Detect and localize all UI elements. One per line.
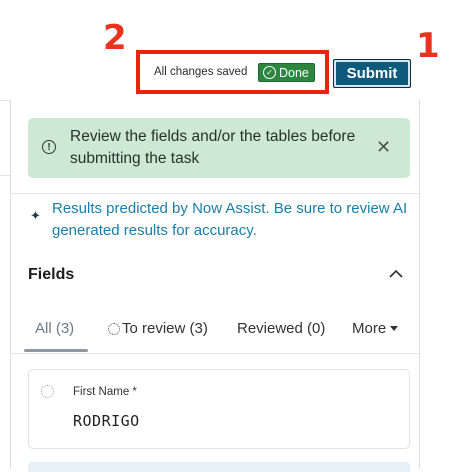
info-icon: ! [42, 140, 56, 154]
fields-heading: Fields [28, 266, 75, 283]
field-card-first-name[interactable] [28, 369, 410, 449]
left-panel-border [10, 100, 11, 469]
sparkle-icon: ✦ [30, 208, 41, 223]
save-status-text: All changes saved [154, 66, 248, 78]
done-badge: ✓ Done [258, 63, 315, 82]
now-assist-notice[interactable]: Results predicted by Now Assist. Be sure… [52, 198, 432, 242]
field-value[interactable]: RODRIGO [73, 412, 140, 430]
dotted-circle-icon [108, 322, 120, 335]
tab-all[interactable]: All (3) [35, 320, 74, 337]
annotation-number-1: 1 [416, 26, 440, 66]
done-badge-label: Done [279, 65, 309, 80]
close-icon[interactable]: ✕ [376, 137, 391, 158]
caret-down-icon [390, 326, 399, 331]
field-label: First Name * [73, 386, 137, 398]
submit-button[interactable]: Submit [333, 59, 411, 88]
dotted-circle-icon [41, 385, 54, 398]
left-panel-divider [0, 175, 10, 176]
tab-more[interactable]: More [352, 320, 399, 337]
tab-reviewed[interactable]: Reviewed (0) [237, 320, 325, 337]
alert-message: Review the fields and/or the tables befo… [70, 128, 356, 167]
tab-to-review[interactable]: To review (3) [108, 320, 208, 337]
chevron-up-icon[interactable] [388, 267, 404, 285]
left-panel-top-border [0, 100, 10, 101]
alert-divider [10, 193, 419, 194]
check-circle-icon: ✓ [263, 66, 276, 79]
tab-to-review-label: To review (3) [122, 320, 208, 337]
tabs-divider [10, 353, 419, 354]
tab-more-label: More [352, 320, 387, 337]
active-tab-indicator [24, 349, 88, 352]
next-field-card[interactable] [28, 462, 410, 472]
right-panel-border [419, 100, 420, 469]
annotation-number-2: 2 [103, 18, 127, 58]
